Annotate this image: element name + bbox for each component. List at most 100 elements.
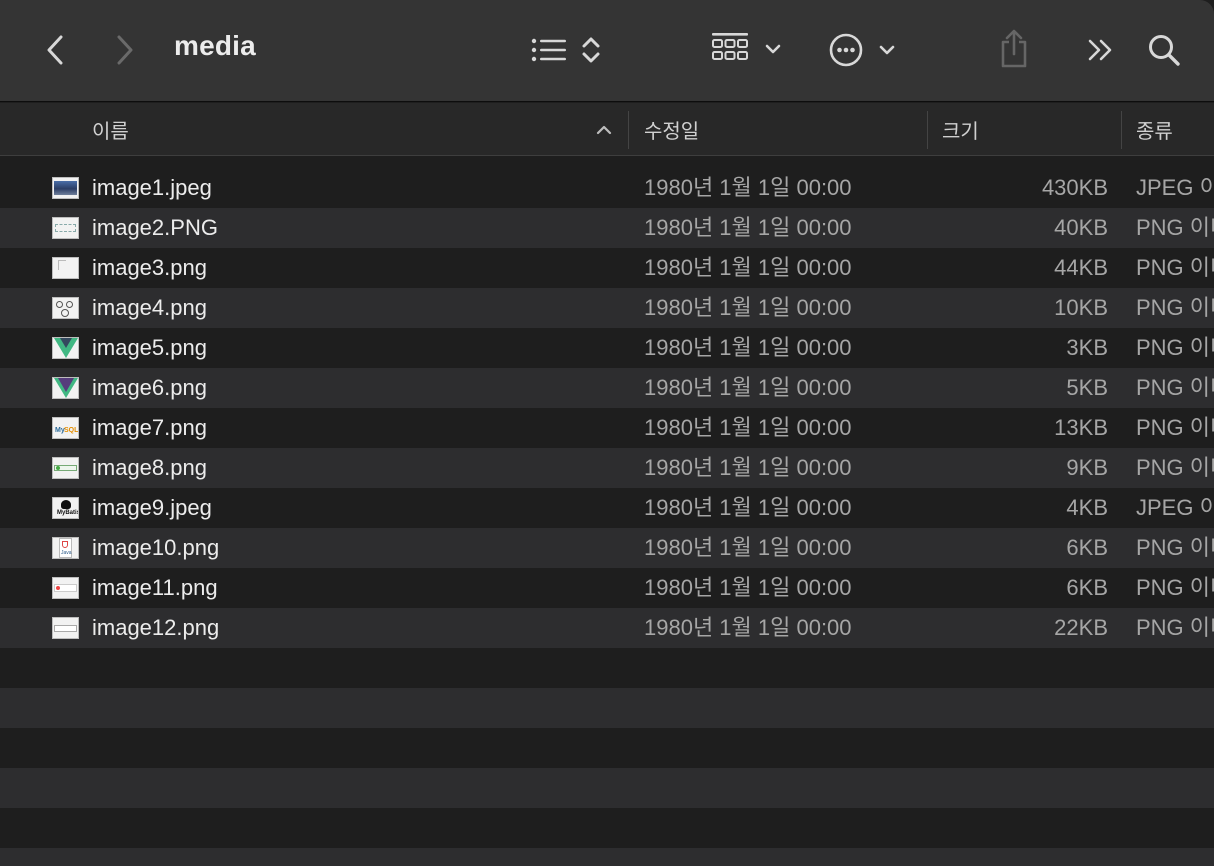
forward-icon — [117, 35, 133, 65]
share-button[interactable] — [996, 26, 1032, 70]
file-size: 9KB — [1066, 455, 1108, 480]
diagram-thumb-icon — [52, 217, 79, 239]
file-modified-date: 1980년 1월 1일 00:00 — [644, 535, 852, 560]
file-size: 40KB — [1054, 215, 1108, 240]
column-modified-label: 수정일 — [644, 121, 700, 143]
back-button[interactable] — [38, 30, 72, 70]
action-button[interactable] — [826, 30, 898, 70]
file-kind: PNG 이미지 — [1136, 455, 1214, 480]
people-thumb-icon — [52, 297, 79, 319]
column-size-label: 크기 — [942, 121, 979, 143]
column-name-header[interactable]: 이름 — [92, 103, 622, 156]
file-modified-date: 1980년 1월 1일 00:00 — [644, 455, 852, 480]
search-button[interactable] — [1144, 30, 1184, 70]
file-kind: PNG 이미지 — [1136, 375, 1214, 400]
file-modified-date: 1980년 1월 1일 00:00 — [644, 175, 852, 200]
file-row[interactable]: image2.PNG 1980년 1월 1일 00:00 40KB PNG 이미지 — [0, 208, 1214, 248]
column-divider[interactable] — [628, 111, 629, 149]
banner-thumb-icon — [52, 457, 79, 479]
chevron-down-icon — [879, 45, 895, 55]
file-kind: PNG 이미지 — [1136, 615, 1214, 640]
file-name: image8.png — [92, 455, 207, 480]
file-name: image5.png — [92, 335, 207, 360]
overflow-button[interactable] — [1084, 32, 1118, 68]
blank-thumb-icon — [52, 257, 79, 279]
file-list: image1.jpeg 1980년 1월 1일 00:00 430KB JPEG 이미… — [0, 168, 1214, 648]
file-size: 44KB — [1054, 255, 1108, 280]
file-kind: JPEG 이미지 — [1136, 495, 1214, 520]
file-name: image12.png — [92, 615, 220, 640]
file-modified-date: 1980년 1월 1일 00:00 — [644, 615, 852, 640]
window-title: media — [174, 30, 256, 61]
file-size: 10KB — [1054, 295, 1108, 320]
file-size: 6KB — [1066, 575, 1108, 600]
file-kind: PNG 이미지 — [1136, 535, 1214, 560]
forward-button[interactable] — [108, 30, 142, 70]
file-modified-date: 1980년 1월 1일 00:00 — [644, 255, 852, 280]
file-name: image4.png — [92, 295, 207, 320]
empty-row — [0, 808, 1214, 848]
file-modified-date: 1980년 1월 1일 00:00 — [644, 375, 852, 400]
file-row[interactable]: image3.png 1980년 1월 1일 00:00 44KB PNG 이미지 — [0, 248, 1214, 288]
file-kind: PNG 이미지 — [1136, 335, 1214, 360]
empty-row — [0, 648, 1214, 688]
column-kind-label: 종류 — [1136, 121, 1173, 143]
empty-row — [0, 688, 1214, 728]
file-row[interactable]: image12.png 1980년 1월 1일 00:00 22KB PNG 이미지 — [0, 608, 1214, 648]
file-modified-date: 1980년 1월 1일 00:00 — [644, 495, 852, 520]
file-modified-date: 1980년 1월 1일 00:00 — [644, 215, 852, 240]
file-row[interactable]: MyBatis image9.jpeg 1980년 1월 1일 00:00 4KB JP… — [0, 488, 1214, 528]
file-row[interactable]: image11.png 1980년 1월 1일 00:00 6KB PNG 이미지 — [0, 568, 1214, 608]
logo-banner-thumb-icon — [52, 577, 79, 599]
column-divider[interactable] — [1121, 111, 1122, 149]
file-modified-date: 1980년 1월 1일 00:00 — [644, 295, 852, 320]
overflow-icon — [1088, 39, 1112, 61]
column-size-header[interactable]: 크기 — [942, 103, 1118, 156]
column-kind-header[interactable]: 종류 — [1136, 103, 1214, 156]
mysql-thumb-icon: My SQL — [52, 417, 79, 439]
sort-icon — [582, 37, 600, 63]
file-modified-date: 1980년 1월 1일 00:00 — [644, 415, 852, 440]
file-kind: PNG 이미지 — [1136, 295, 1214, 320]
file-kind: JPEG 이미지 — [1136, 175, 1214, 200]
empty-row — [0, 768, 1214, 808]
empty-row — [0, 848, 1214, 866]
file-name: image6.png — [92, 375, 207, 400]
vue-logo-thumb-icon — [52, 337, 79, 359]
column-name-label: 이름 — [92, 121, 129, 143]
file-row[interactable]: My SQL image7.png 1980년 1월 1일 00:00 13KB PNG … — [0, 408, 1214, 448]
file-kind: PNG 이미지 — [1136, 215, 1214, 240]
back-icon — [47, 35, 63, 65]
file-row[interactable]: image8.png 1980년 1월 1일 00:00 9KB PNG 이미지 — [0, 448, 1214, 488]
file-name: image11.png — [92, 575, 218, 600]
search-icon — [1149, 35, 1180, 66]
file-size: 13KB — [1054, 415, 1108, 440]
toolbar: media — [0, 0, 1214, 102]
share-icon — [1001, 29, 1027, 68]
column-divider[interactable] — [927, 111, 928, 149]
file-name: image1.jpeg — [92, 175, 212, 200]
java-thumb-icon: Java — [52, 537, 79, 559]
file-row[interactable]: image4.png 1980년 1월 1일 00:00 10KB PNG 이미지 — [0, 288, 1214, 328]
more-icon — [829, 33, 863, 67]
file-kind: PNG 이미지 — [1136, 255, 1214, 280]
file-row[interactable]: Java image10.png 1980년 1월 1일 00:00 6KB PNG 이… — [0, 528, 1214, 568]
file-row[interactable]: image5.png 1980년 1월 1일 00:00 3KB PNG 이미지 — [0, 328, 1214, 368]
list-view-icon — [531, 38, 566, 62]
file-size: 430KB — [1041, 175, 1108, 200]
column-modified-header[interactable]: 수정일 — [644, 103, 924, 156]
file-size: 4KB — [1066, 495, 1108, 520]
wide-thumb-icon — [52, 617, 79, 639]
file-size: 22KB — [1054, 615, 1108, 640]
group-button[interactable] — [706, 30, 786, 68]
file-size: 6KB — [1066, 535, 1108, 560]
file-name: image2.PNG — [92, 215, 218, 240]
file-modified-date: 1980년 1월 1일 00:00 — [644, 575, 852, 600]
file-size: 3KB — [1066, 335, 1108, 360]
file-row[interactable]: image6.png 1980년 1월 1일 00:00 5KB PNG 이미지 — [0, 368, 1214, 408]
file-modified-date: 1980년 1월 1일 00:00 — [644, 335, 852, 360]
file-row[interactable]: image1.jpeg 1980년 1월 1일 00:00 430KB JPEG 이미… — [0, 168, 1214, 208]
landscape-thumb-icon — [52, 177, 79, 199]
view-options-button[interactable] — [528, 32, 604, 68]
empty-row — [0, 728, 1214, 768]
